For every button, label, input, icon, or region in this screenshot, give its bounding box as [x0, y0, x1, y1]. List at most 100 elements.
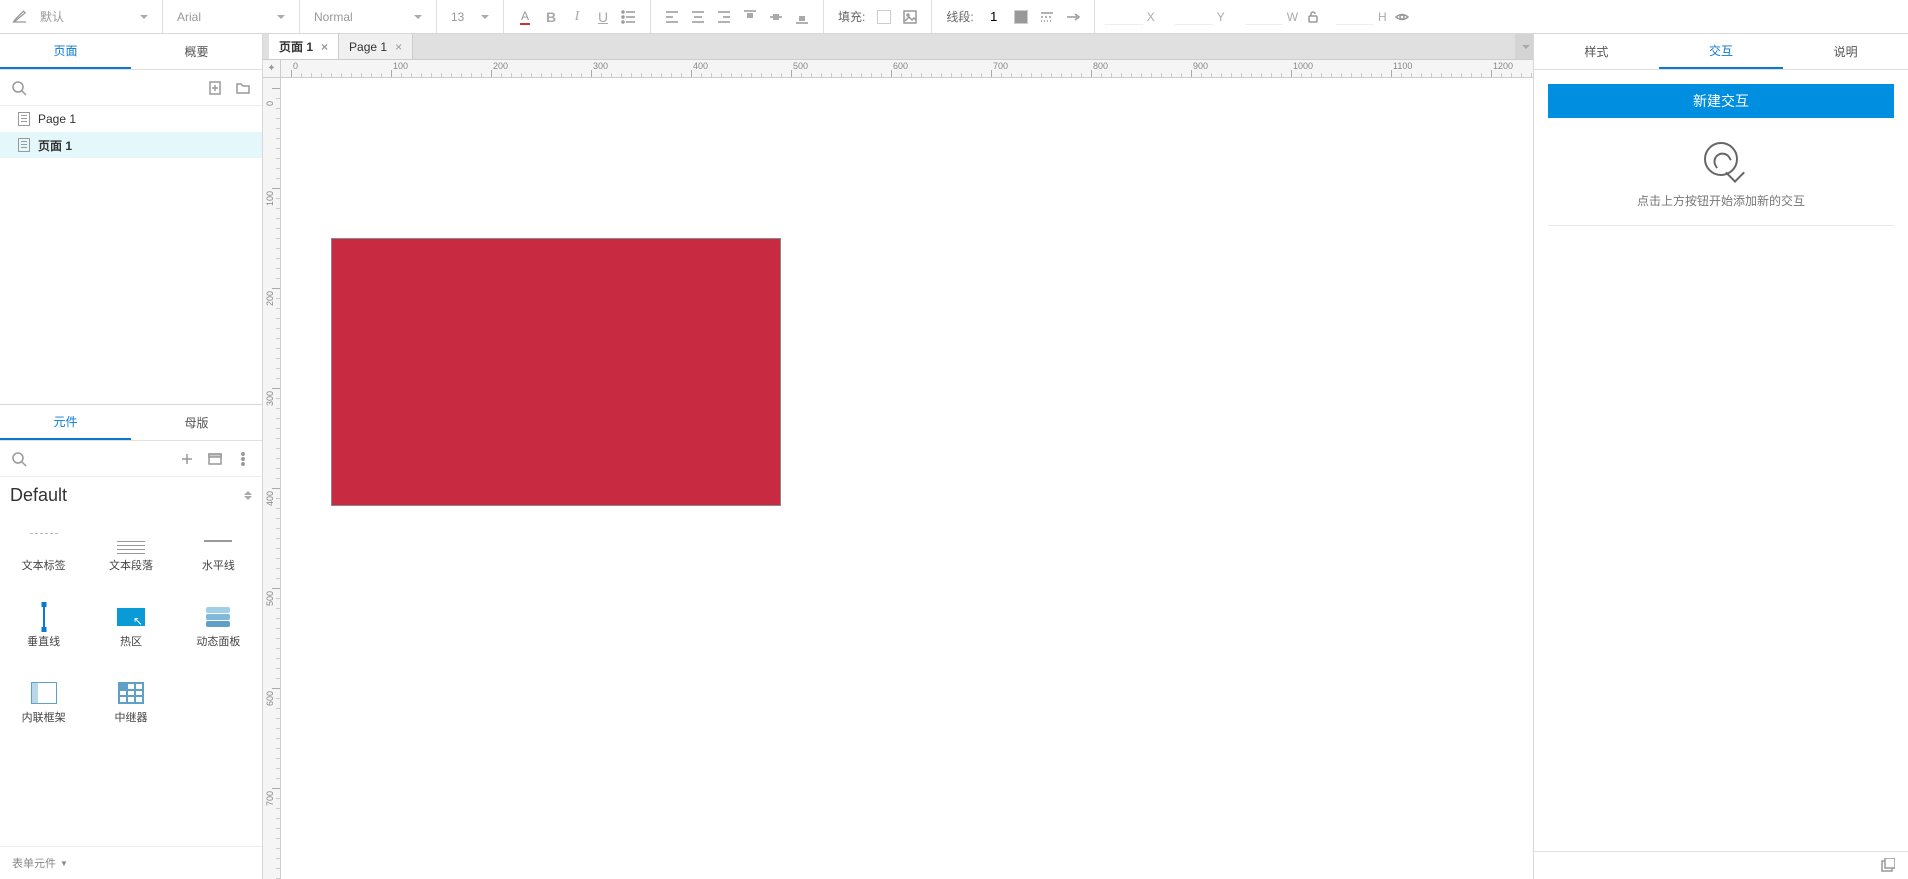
widget-label: 热区: [120, 633, 142, 649]
page-item[interactable]: Page 1: [0, 106, 262, 132]
fill-image-button[interactable]: [897, 4, 923, 30]
widget-inline-frame[interactable]: 内联框架: [0, 666, 87, 742]
widget-v-line[interactable]: 垂直线: [0, 590, 87, 666]
canvas-page-tabs: 页面 1×Page 1×: [263, 34, 1533, 60]
ruler-corner[interactable]: ✦: [263, 60, 281, 78]
widget-grid: 文本标签文本段落 水平线垂直线 热区 动态面板内联框架 中继器: [0, 514, 262, 742]
style-preset-select[interactable]: 默认: [34, 0, 154, 33]
v-line-icon: [30, 607, 58, 627]
underline-button[interactable]: U: [590, 4, 616, 30]
tab-masters[interactable]: 母版: [131, 405, 262, 440]
canvas-tab[interactable]: Page 1×: [339, 34, 413, 59]
expand-panel-icon[interactable]: [1876, 855, 1898, 877]
tab-notes[interactable]: 说明: [1783, 34, 1908, 69]
align-right-button[interactable]: [711, 4, 737, 30]
tab-pages[interactable]: 页面: [0, 34, 131, 69]
add-library-icon[interactable]: [176, 448, 198, 470]
close-tab-icon[interactable]: ×: [321, 40, 328, 54]
new-interaction-button[interactable]: 新建交互: [1548, 84, 1894, 118]
page-name: Page 1: [38, 112, 76, 126]
tabs-dropdown-icon[interactable]: [1515, 34, 1533, 59]
font-size-select[interactable]: 13: [445, 0, 495, 33]
widget-repeater[interactable]: 中继器: [87, 666, 174, 742]
lib-search-icon[interactable]: [8, 448, 30, 470]
top-toolbar: 默认 Arial Normal 13 A B I U 填充: 线段: X Y: [0, 0, 1908, 34]
widget-label: 水平线: [202, 557, 235, 573]
fill-color-swatch[interactable]: [871, 4, 897, 30]
widget-label: 文本段落: [109, 557, 153, 573]
italic-button[interactable]: I: [564, 4, 590, 30]
tab-interactions[interactable]: 交互: [1659, 34, 1784, 69]
library-menu-icon[interactable]: [232, 448, 254, 470]
valign-top-button[interactable]: [737, 4, 763, 30]
arrow-style-button[interactable]: [1060, 4, 1086, 30]
w-label: W: [1287, 10, 1298, 24]
hotspot-icon: [117, 607, 145, 627]
font-family-select[interactable]: Arial: [171, 0, 291, 33]
widget-dynamic-panel[interactable]: 动态面板: [175, 590, 262, 666]
inline-frame-icon: [30, 683, 58, 703]
visibility-icon[interactable]: [1389, 4, 1415, 30]
widget-h-line[interactable]: 水平线: [175, 514, 262, 590]
text-label-icon: [30, 531, 58, 551]
y-input[interactable]: [1175, 9, 1213, 25]
align-center-button[interactable]: [685, 4, 711, 30]
page-name: 页面 1: [38, 137, 72, 154]
w-input[interactable]: [1245, 9, 1283, 25]
search-icon[interactable]: [8, 77, 30, 99]
tab-outline[interactable]: 概要: [131, 34, 262, 69]
page-icon: [18, 112, 30, 126]
edit-style-icon[interactable]: [8, 4, 34, 30]
widgets-search-input[interactable]: [36, 451, 170, 466]
paragraph-icon: [117, 531, 145, 551]
widget-text-label[interactable]: 文本标签: [0, 514, 87, 590]
library-view-icon[interactable]: [204, 448, 226, 470]
interaction-empty-text: 点击上方按钮开始添加新的交互: [1637, 192, 1805, 209]
valign-middle-button[interactable]: [763, 4, 789, 30]
bullet-list-button[interactable]: [616, 4, 642, 30]
right-inspector: 样式 交互 说明 新建交互 点击上方按钮开始添加新的交互: [1533, 34, 1908, 879]
lock-aspect-icon[interactable]: [1300, 4, 1326, 30]
widget-hotspot[interactable]: 热区: [87, 590, 174, 666]
y-label: Y: [1217, 10, 1225, 24]
horizontal-ruler[interactable]: 0100200300400500600700800900100011001200: [281, 60, 1533, 78]
divider: [1548, 225, 1894, 226]
widget-label: 垂直线: [27, 633, 60, 649]
align-left-button[interactable]: [659, 4, 685, 30]
font-weight-select[interactable]: Normal: [308, 0, 428, 33]
widget-label: 动态面板: [196, 633, 240, 649]
line-label: 线段:: [946, 8, 973, 25]
canvas-viewport[interactable]: [281, 78, 1533, 879]
bold-button[interactable]: B: [538, 4, 564, 30]
valign-bottom-button[interactable]: [789, 4, 815, 30]
repeater-icon: [117, 683, 145, 703]
line-style-button[interactable]: [1034, 4, 1060, 30]
font-color-button[interactable]: A: [512, 4, 538, 30]
canvas-tab[interactable]: 页面 1×: [269, 34, 339, 59]
canvas-area: 页面 1×Page 1× ✦ 0100200300400500600700800…: [263, 34, 1533, 879]
page-item[interactable]: 页面 1: [0, 132, 262, 158]
widget-label: 内联框架: [22, 709, 66, 725]
form-widgets-section[interactable]: 表单元件▼: [0, 846, 262, 879]
x-input[interactable]: [1105, 9, 1143, 25]
tab-widgets[interactable]: 元件: [0, 405, 131, 440]
widget-label: 中继器: [114, 709, 147, 725]
pages-search-input[interactable]: [36, 80, 198, 95]
page-list: Page 1 页面 1: [0, 106, 262, 404]
line-color-swatch[interactable]: [1008, 4, 1034, 30]
tab-style[interactable]: 样式: [1534, 34, 1659, 69]
inspector-tabs: 样式 交互 说明: [1534, 34, 1908, 70]
library-panel-tabs: 元件 母版: [0, 405, 262, 441]
widget-paragraph[interactable]: 文本段落: [87, 514, 174, 590]
close-tab-icon[interactable]: ×: [395, 40, 402, 54]
pages-panel-tabs: 页面 概要: [0, 34, 262, 70]
library-section-title[interactable]: Default: [0, 477, 262, 514]
line-width-input[interactable]: [980, 9, 1008, 24]
left-sidebar: 页面 概要 Page 1 页面 1 元件 母版: [0, 34, 263, 879]
rectangle-shape[interactable]: [331, 238, 781, 506]
vertical-ruler[interactable]: 0100200300400500600700800900: [263, 78, 281, 879]
add-folder-icon[interactable]: [232, 77, 254, 99]
add-page-icon[interactable]: [204, 77, 226, 99]
x-label: X: [1147, 10, 1155, 24]
h-input[interactable]: [1336, 9, 1374, 25]
